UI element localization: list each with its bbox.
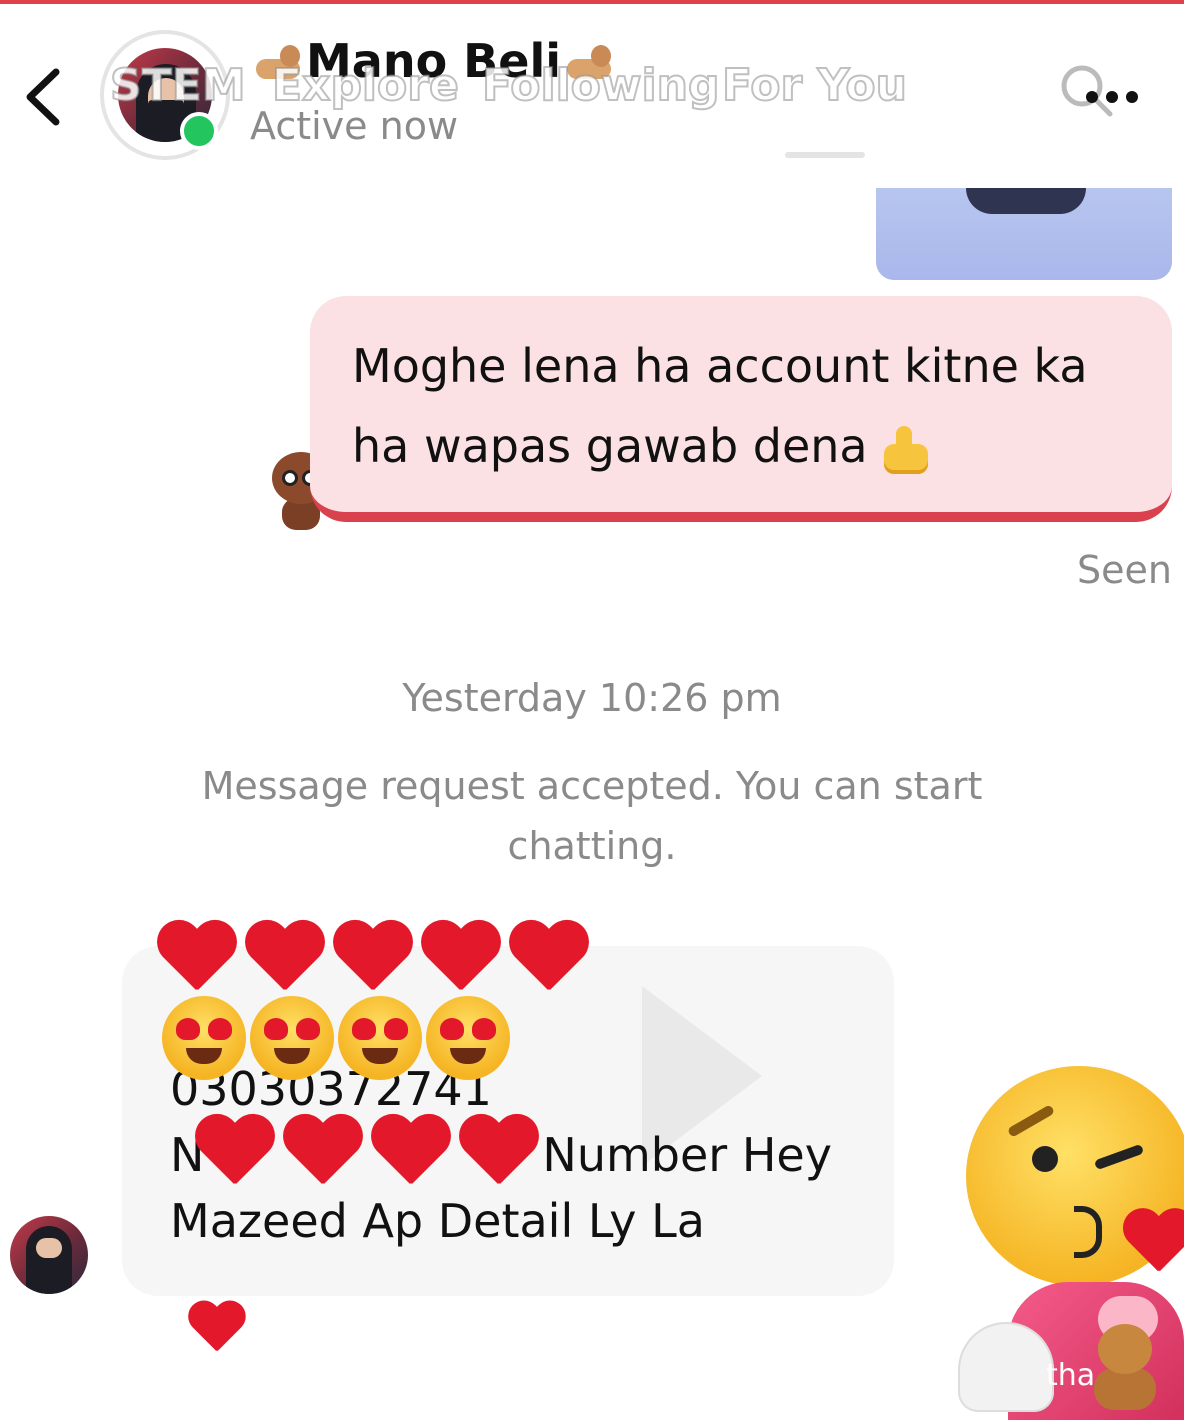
message-timestamp: Yesterday 10:26 pm <box>402 676 782 720</box>
chat-header: Mano Beli Active now STEM Explore Follow… <box>0 4 1184 174</box>
teddy-bear-icon <box>1090 1324 1160 1410</box>
overlay-partial-text: tha <box>1046 1358 1096 1393</box>
sender-avatar[interactable] <box>10 1216 88 1294</box>
reaction-heart-icon[interactable] <box>186 1302 246 1360</box>
incoming-line-3: Mazeed Ap Detail Ly La <box>170 1194 705 1248</box>
outgoing-message-text: Moghe lena ha account kitne ka ha wapas … <box>352 339 1088 473</box>
more-horizontal-icon[interactable] <box>1086 88 1156 108</box>
heart-eyes-icon <box>250 996 334 1080</box>
red-heart-icon <box>192 1116 276 1192</box>
red-heart-icon <box>456 1116 540 1192</box>
active-status: Active now <box>250 104 459 148</box>
red-heart-icon <box>280 1116 364 1192</box>
heart-eyes-icon <box>338 996 422 1080</box>
cat-emoji-icon <box>561 44 617 85</box>
red-heart-icon <box>368 1116 452 1192</box>
red-heart-icon <box>506 922 590 998</box>
heart-eyes-icon <box>162 996 246 1080</box>
winking-kiss-emoji-icon <box>966 1066 1184 1286</box>
image-message[interactable] <box>876 188 1172 280</box>
white-heart-icon <box>958 1322 1054 1412</box>
chevron-left-icon[interactable] <box>18 62 68 132</box>
red-heart-icon <box>330 922 414 998</box>
red-heart-icon <box>154 922 238 998</box>
overlay-tab-for-you: For You <box>721 59 908 112</box>
thumbs-up-icon <box>882 424 934 476</box>
cat-emoji-icon <box>250 44 306 85</box>
heart-eyes-emoji-row <box>162 996 514 1084</box>
red-heart-icon <box>242 922 326 998</box>
contact-name[interactable]: Mano Beli <box>250 34 617 88</box>
red-heart-emoji-row <box>192 1116 544 1196</box>
system-message: Message request accepted. You can start … <box>201 764 983 868</box>
tab-indicator <box>785 152 865 158</box>
outgoing-message-bubble[interactable]: Moghe lena ha account kitne ka ha wapas … <box>310 296 1172 522</box>
seen-receipt: Seen <box>1077 548 1172 592</box>
heart-eyes-icon <box>426 996 510 1080</box>
red-heart-icon <box>418 922 502 998</box>
online-status-dot <box>180 112 218 150</box>
red-heart-emoji-row <box>154 922 594 1002</box>
